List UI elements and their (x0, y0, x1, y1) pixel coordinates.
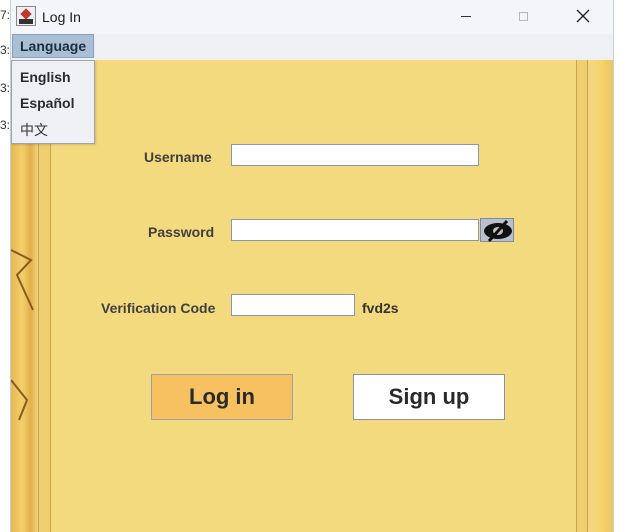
eye-slash-icon (484, 219, 512, 243)
username-label: Username (144, 149, 212, 165)
verification-code-input[interactable] (231, 294, 355, 316)
maximize-icon (519, 12, 528, 21)
captcha-code: fvd2s (362, 300, 399, 316)
maximize-button[interactable] (501, 0, 547, 34)
decorative-frame-right (576, 60, 588, 532)
background-text: 3: (0, 118, 11, 132)
password-input[interactable] (231, 219, 479, 241)
language-menu[interactable]: Language (12, 34, 95, 58)
verification-code-label: Verification Code (101, 300, 216, 316)
language-option-english[interactable]: English (20, 69, 71, 85)
content-panel: Username Password Verification Code fvd2… (11, 60, 613, 532)
background-text: 7: (0, 8, 11, 22)
language-dropdown: English Español 中文 (11, 60, 95, 144)
login-button[interactable]: Log in (151, 374, 293, 420)
minimize-icon (461, 16, 471, 17)
window-title: Log In (42, 9, 81, 25)
signup-button[interactable]: Sign up (353, 374, 505, 420)
menu-bar: Language (11, 34, 613, 61)
login-window: Log In Language Username Password Verifi… (10, 0, 614, 532)
close-button[interactable] (560, 0, 606, 34)
title-bar[interactable]: Log In (11, 0, 613, 34)
password-label: Password (148, 224, 215, 240)
close-icon (576, 9, 590, 23)
username-input[interactable] (231, 144, 479, 166)
decorative-border-right (588, 60, 613, 532)
background-text: 3: (0, 43, 11, 57)
language-option-spanish[interactable]: Español (20, 95, 74, 111)
language-option-chinese[interactable]: 中文 (20, 120, 48, 140)
toggle-password-button[interactable] (480, 218, 514, 243)
background-text: 3: (0, 81, 11, 95)
minimize-button[interactable] (443, 0, 489, 34)
app-icon[interactable] (16, 6, 36, 26)
